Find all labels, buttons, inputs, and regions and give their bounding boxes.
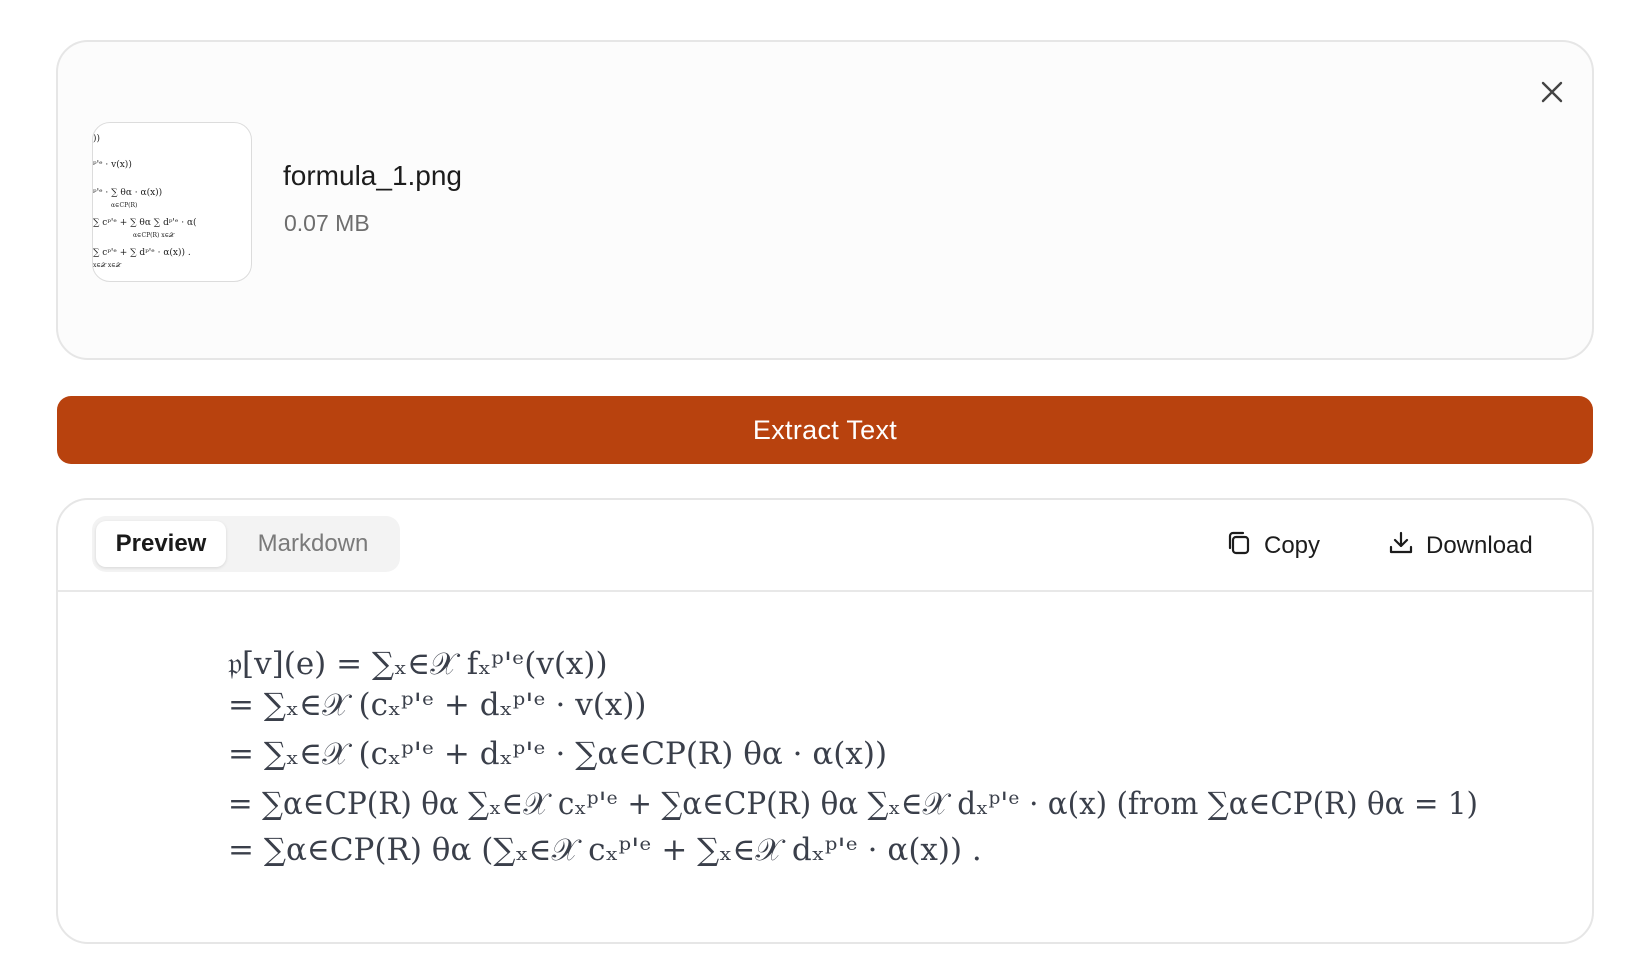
file-card: )) ᵖ'ᵉ · v(x)) ᵖ'ᵉ · ∑ θα · α(x)) α∈CP(R… — [56, 40, 1594, 360]
thumbnail-formula-image: )) ᵖ'ᵉ · v(x)) ᵖ'ᵉ · ∑ θα · α(x)) α∈CP(R… — [93, 133, 197, 269]
remove-file-button[interactable] — [1530, 72, 1574, 116]
formula-preview: 𝔭[v](e) = ∑ₓ∈𝒳 fₓᵖ'ᵉ(v(x)) = ∑ₓ∈𝒳 (cₓᵖ'ᵉ… — [58, 592, 1592, 942]
file-name: formula_1.png — [283, 160, 463, 191]
formula-line: = ∑α∈CP(R) θα ∑ₓ∈𝒳 cₓᵖ'ᵉ + ∑α∈CP(R) θα ∑… — [228, 786, 1478, 822]
rendered-formula: 𝔭[v](e) = ∑ₓ∈𝒳 fₓᵖ'ᵉ(v(x)) = ∑ₓ∈𝒳 (cₓᵖ'ᵉ… — [228, 646, 1478, 868]
view-tabs: Preview Markdown — [92, 516, 400, 572]
svg-text:∑ cᵖ'ᵉ + ∑ dᵖ'ᵉ · α(x)) .: ∑ cᵖ'ᵉ + ∑ dᵖ'ᵉ · α(x)) . — [93, 247, 191, 258]
copy-icon — [1226, 530, 1252, 563]
formula-line: 𝔭[v](e) = ∑ₓ∈𝒳 fₓᵖ'ᵉ(v(x)) — [228, 646, 608, 682]
download-label: Download — [1426, 532, 1533, 559]
result-panel: Preview Markdown Copy Download 𝔭[v](e) =… — [56, 498, 1594, 944]
file-size: 0.07 MB — [284, 210, 370, 236]
svg-text:)): )) — [93, 133, 100, 144]
svg-text:α∈CP(R) x∈𝒳: α∈CP(R) x∈𝒳 — [133, 232, 175, 239]
download-button[interactable]: Download — [1388, 528, 1533, 564]
file-thumbnail: )) ᵖ'ᵉ · v(x)) ᵖ'ᵉ · ∑ θα · α(x)) α∈CP(R… — [92, 122, 252, 282]
result-toolbar: Preview Markdown Copy Download — [58, 500, 1592, 592]
svg-text:ᵖ'ᵉ · ∑ θα · α(x)): ᵖ'ᵉ · ∑ θα · α(x)) — [93, 187, 162, 198]
copy-label: Copy — [1264, 532, 1321, 559]
formula-line: = ∑ₓ∈𝒳 (cₓᵖ'ᵉ + dₓᵖ'ᵉ · ∑α∈CP(R) θα · α(… — [228, 736, 887, 772]
download-icon — [1388, 530, 1414, 563]
formula-line: = ∑α∈CP(R) θα (∑ₓ∈𝒳 cₓᵖ'ᵉ + ∑ₓ∈𝒳 dₓᵖ'ᵉ ·… — [228, 832, 982, 868]
svg-text:∑ cᵖ'ᵉ + ∑ θα ∑ dᵖ'ᵉ · α(: ∑ cᵖ'ᵉ + ∑ θα ∑ dᵖ'ᵉ · α( — [93, 217, 197, 228]
extract-text-button[interactable]: Extract Text — [57, 396, 1593, 464]
copy-button[interactable]: Copy — [1226, 528, 1320, 564]
tab-markdown[interactable]: Markdown — [238, 521, 388, 567]
formula-line: = ∑ₓ∈𝒳 (cₓᵖ'ᵉ + dₓᵖ'ᵉ · v(x)) — [228, 687, 647, 723]
svg-text:ᵖ'ᵉ · v(x)): ᵖ'ᵉ · v(x)) — [93, 159, 132, 170]
svg-text:x∈𝒳 x∈𝒳: x∈𝒳 x∈𝒳 — [93, 262, 122, 269]
tab-preview[interactable]: Preview — [96, 521, 226, 567]
svg-text:α∈CP(R): α∈CP(R) — [111, 202, 137, 209]
close-icon — [1540, 80, 1564, 109]
